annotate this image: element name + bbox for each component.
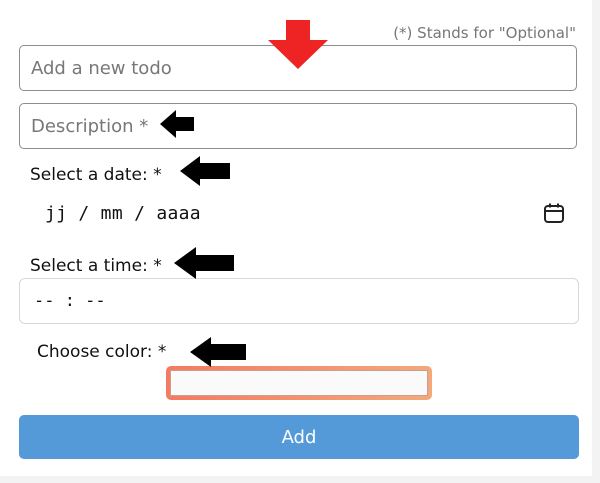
add-button[interactable]: Add bbox=[19, 415, 579, 459]
color-picker[interactable] bbox=[166, 366, 432, 400]
date-label: Select a date: * bbox=[30, 165, 162, 185]
calendar-icon[interactable] bbox=[543, 202, 565, 224]
date-input[interactable]: jj / mm / aaaa bbox=[45, 200, 565, 228]
black-left-arrow-icon bbox=[190, 337, 246, 367]
black-left-arrow-icon bbox=[160, 110, 194, 138]
date-placeholder: jj / mm / aaaa bbox=[45, 203, 201, 224]
color-picker-swatch bbox=[170, 370, 428, 396]
black-left-arrow-icon bbox=[180, 156, 230, 186]
red-down-arrow-icon bbox=[268, 20, 328, 69]
time-label: Select a time: * bbox=[30, 256, 162, 276]
optional-note: (*) Stands for "Optional" bbox=[393, 24, 576, 42]
todo-form: (*) Stands for "Optional" Select a date:… bbox=[0, 0, 592, 476]
black-left-arrow-icon bbox=[174, 247, 234, 279]
color-label: Choose color: * bbox=[37, 342, 167, 362]
time-input[interactable]: -- : -- bbox=[19, 278, 579, 324]
description-input[interactable] bbox=[19, 103, 577, 149]
time-placeholder: -- : -- bbox=[34, 291, 106, 311]
